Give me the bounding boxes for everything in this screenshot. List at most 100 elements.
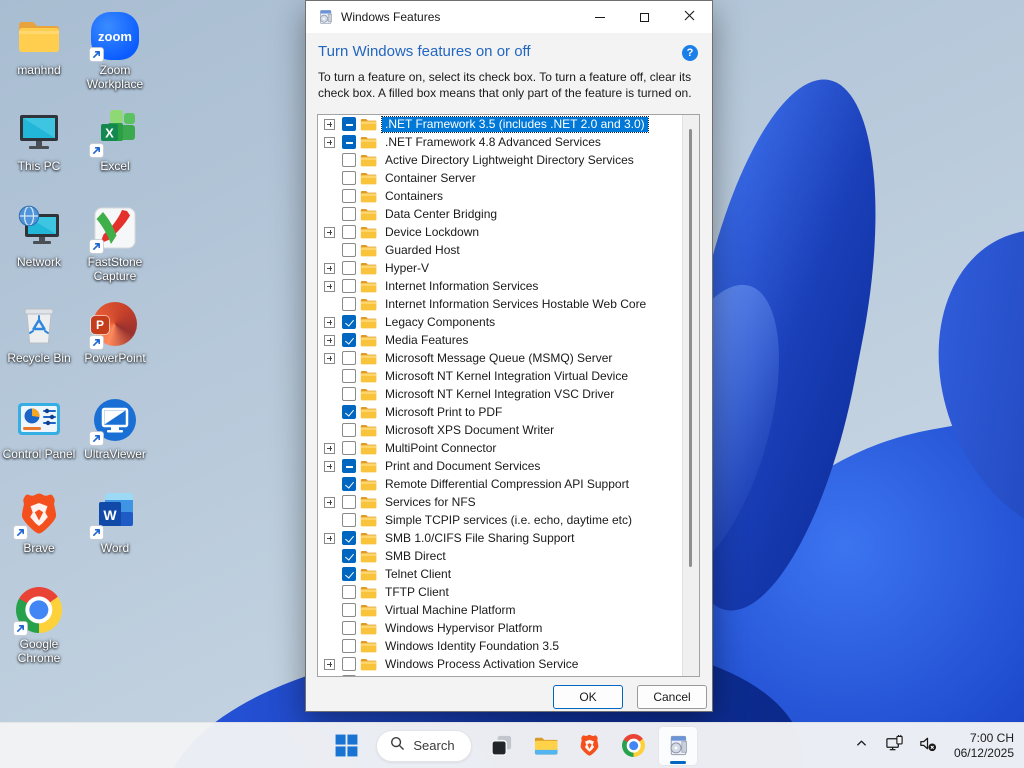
feature-row[interactable]: .NET Framework 3.5 (includes .NET 2.0 an… [318,115,682,133]
feature-row[interactable]: Internet Information Services Hostable W… [318,295,682,313]
desktop-icon-control-panel[interactable]: Control Panel [2,396,76,461]
feature-checkbox[interactable] [342,369,356,383]
feature-row[interactable]: TFTP Client [318,583,682,601]
expand-toggle-icon[interactable] [324,334,335,346]
feature-row[interactable]: .NET Framework 4.8 Advanced Services [318,133,682,151]
feature-checkbox[interactable] [342,117,356,131]
feature-row[interactable]: Media Features [318,331,682,349]
feature-checkbox[interactable] [342,513,356,527]
feature-row[interactable]: Microsoft XPS Document Writer [318,421,682,439]
taskbar-button-windows-features[interactable] [657,725,698,766]
ok-button[interactable]: OK [553,685,623,709]
feature-checkbox[interactable] [342,675,356,676]
feature-row[interactable]: Active Directory Lightweight Directory S… [318,151,682,169]
feature-checkbox[interactable] [342,603,356,617]
feature-row[interactable]: Containers [318,187,682,205]
tray-volume-button[interactable] [915,731,941,761]
taskbar-button-task-view[interactable] [482,726,522,766]
feature-row[interactable]: Microsoft Message Queue (MSMQ) Server [318,349,682,367]
cancel-button[interactable]: Cancel [637,685,707,709]
feature-row[interactable]: Windows Hypervisor Platform [318,619,682,637]
feature-checkbox[interactable] [342,279,356,293]
feature-checkbox[interactable] [342,387,356,401]
feature-row[interactable]: Telnet Client [318,565,682,583]
feature-checkbox[interactable] [342,423,356,437]
desktop-icon-powerpoint[interactable]: P PowerPoint [78,300,152,365]
feature-checkbox[interactable] [342,495,356,509]
feature-row[interactable]: Hyper-V [318,259,682,277]
feature-checkbox[interactable] [342,585,356,599]
feature-row[interactable]: SMB Direct [318,547,682,565]
feature-checkbox[interactable] [342,153,356,167]
feature-checkbox[interactable] [342,549,356,563]
feature-checkbox[interactable] [342,333,356,347]
expand-toggle-icon[interactable] [324,136,335,148]
feature-row[interactable]: Microsoft NT Kernel Integration Virtual … [318,367,682,385]
feature-checkbox[interactable] [342,405,356,419]
feature-row[interactable]: Remote Differential Compression API Supp… [318,475,682,493]
feature-row[interactable]: Print and Document Services [318,457,682,475]
feature-checkbox[interactable] [342,189,356,203]
tray-chevron-button[interactable] [849,731,875,761]
desktop-icon-brave[interactable]: Brave [2,490,76,555]
feature-checkbox[interactable] [342,261,356,275]
expand-toggle-icon[interactable] [324,532,335,544]
feature-row[interactable]: Windows Process Activation Service [318,655,682,673]
maximize-button[interactable] [622,1,667,33]
feature-row[interactable]: Microsoft NT Kernel Integration VSC Driv… [318,385,682,403]
feature-row[interactable]: Microsoft Print to PDF [318,403,682,421]
expand-toggle-icon[interactable] [324,118,335,130]
taskbar-button-brave[interactable] [570,726,610,766]
dialog-titlebar[interactable]: Windows Features [306,1,712,33]
desktop-icon-zoom-workplace[interactable]: zoom Zoom Workplace [78,12,152,91]
feature-row[interactable] [318,673,682,676]
feature-checkbox[interactable] [342,639,356,653]
feature-row[interactable]: SMB 1.0/CIFS File Sharing Support [318,529,682,547]
feature-checkbox[interactable] [342,621,356,635]
feature-row[interactable]: Guarded Host [318,241,682,259]
feature-row[interactable]: Windows Identity Foundation 3.5 [318,637,682,655]
feature-row[interactable]: Data Center Bridging [318,205,682,223]
desktop-icon-google-chrome[interactable]: Google Chrome [2,586,76,665]
feature-checkbox[interactable] [342,657,356,671]
feature-row[interactable]: MultiPoint Connector [318,439,682,457]
feature-checkbox[interactable] [342,315,356,329]
desktop-icon-manhnd[interactable]: manhnd [2,12,76,77]
expand-toggle-icon[interactable] [324,316,335,328]
feature-row[interactable]: Internet Information Services [318,277,682,295]
feature-row[interactable]: Legacy Components [318,313,682,331]
feature-checkbox[interactable] [342,351,356,365]
taskbar-clock[interactable]: 7:00 CH 06/12/2025 [954,731,1014,761]
feature-row[interactable]: Virtual Machine Platform [318,601,682,619]
feature-checkbox[interactable] [342,207,356,221]
feature-checkbox[interactable] [342,297,356,311]
feature-row[interactable]: Services for NFS [318,493,682,511]
expand-toggle-icon[interactable] [324,460,335,472]
expand-toggle-icon[interactable] [324,442,335,454]
scrollbar-thumb[interactable] [689,129,692,567]
help-button[interactable]: ? [682,45,698,61]
desktop-icon-recycle-bin[interactable]: Recycle Bin [2,300,76,365]
feature-checkbox[interactable] [342,441,356,455]
feature-checkbox[interactable] [342,477,356,491]
expand-toggle-icon[interactable] [324,226,335,238]
expand-toggle-icon[interactable] [324,658,335,670]
taskbar-button-file-explorer[interactable] [526,726,566,766]
close-button[interactable] [667,1,712,33]
feature-checkbox[interactable] [342,135,356,149]
minimize-button[interactable] [577,1,622,33]
feature-checkbox[interactable] [342,459,356,473]
feature-checkbox[interactable] [342,567,356,581]
expand-toggle-icon[interactable] [324,352,335,364]
tray-network-button[interactable] [882,731,908,761]
feature-row[interactable]: Simple TCPIP services (i.e. echo, daytim… [318,511,682,529]
desktop-icon-faststone-capture[interactable]: FastStone Capture [78,204,152,283]
feature-row[interactable]: Container Server [318,169,682,187]
desktop-icon-this-pc[interactable]: This PC [2,108,76,173]
desktop-icon-network[interactable]: Network [2,204,76,269]
taskbar-button-start[interactable] [326,726,366,766]
expand-toggle-icon[interactable] [324,496,335,508]
taskbar-search[interactable]: Search [376,729,472,762]
feature-checkbox[interactable] [342,171,356,185]
feature-checkbox[interactable] [342,243,356,257]
